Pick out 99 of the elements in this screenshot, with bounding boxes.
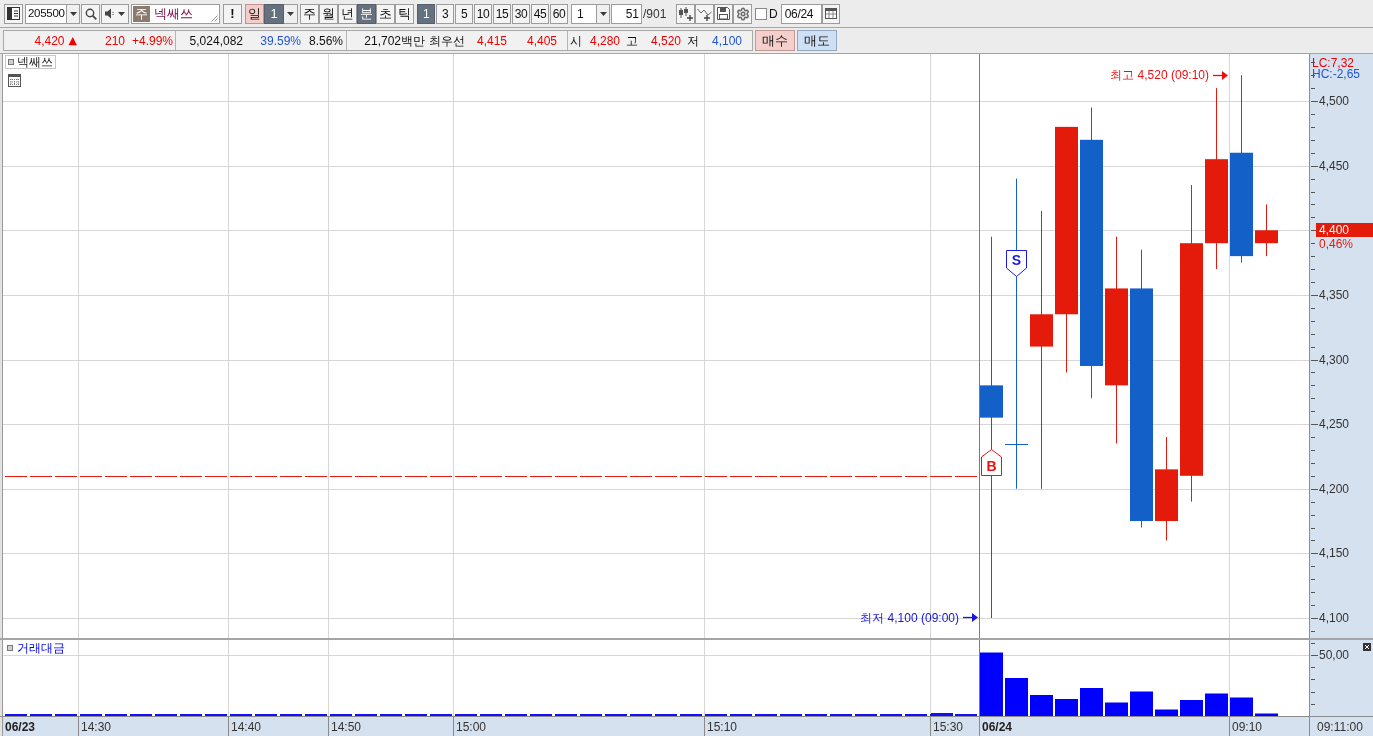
day-count-field[interactable]: 1 [264,3,284,24]
speaker-icon [105,8,115,19]
time-axis-label: 09:10 [1229,717,1263,736]
square-bullet-icon [8,59,14,65]
line-plus-icon [697,6,712,21]
interval-tab[interactable]: 60 [550,3,568,24]
interval-tab[interactable]: 3 [436,3,454,24]
date-field[interactable]: 06/24 [780,3,822,24]
search-icon [84,7,97,20]
add-candle-button[interactable] [676,3,695,24]
time-axis-label: 06/24 [979,717,1013,736]
day-button[interactable]: 일 [245,3,264,24]
current-price-tag: 4,400 [1316,223,1373,238]
quote-value: 4,280 [589,34,620,47]
dropdown-button[interactable] [284,3,298,24]
quote-value: 39.59% [260,34,301,47]
cursor-time-label: 09:11:00 [1317,720,1363,733]
price-axis-label: 4,350 [1319,288,1350,301]
candles-plus-icon [678,6,693,21]
interval-tab[interactable]: 1 [417,3,435,24]
stock-name-field[interactable]: 넥쌔쓰 [150,7,211,20]
settings-button[interactable] [733,3,752,24]
price-axis-label: 4,200 [1319,482,1350,495]
quote-label: 시 [570,34,582,47]
square-bullet-icon [7,645,13,651]
panel-layout-icon [7,7,20,20]
quote-value: 210 [104,34,125,47]
quote-value: 4,415 [476,34,507,47]
time-axis-label: 14:40 [228,717,262,736]
quote-value: 8.56% [308,34,343,47]
quote-label: 최우선 [429,34,465,47]
save-button[interactable] [714,3,733,24]
interval-tab[interactable]: 30 [512,3,530,24]
calendar-icon [824,8,837,19]
period-tab[interactable]: 주 [300,3,319,24]
alert-button[interactable]: ! [223,3,242,24]
interval-tab[interactable]: 10 [474,3,492,24]
price-axis-label: 4,100 [1319,611,1350,624]
price-axis-label: 4,300 [1319,353,1350,366]
period-tab[interactable]: 월 [319,3,338,24]
layout-button[interactable] [4,3,23,24]
add-line-button[interactable] [695,3,714,24]
save-icon [717,7,730,20]
caret-icon [599,11,607,16]
price-axis-label: 4,500 [1319,95,1350,108]
bar-count-field[interactable]: 51 [611,3,642,24]
quote-label: 고 [626,34,638,47]
price-axis-label: 4,150 [1319,547,1350,560]
caret-icon [118,11,125,16]
period-tab[interactable]: 틱 [395,3,414,24]
stock-code-field[interactable]: 205500 [25,3,67,24]
time-axis-label: 15:00 [453,717,487,736]
time-axis-label: 14:50 [328,717,362,736]
volume-title: 거래대금 [17,642,65,654]
low-price-label: 최저 4,100 (09:00) [860,611,959,624]
axis-indicator-label: LC:7,32 [1312,57,1355,69]
quote-value: 4,520 [650,34,681,47]
search-button[interactable] [81,3,100,24]
dropdown-button[interactable] [597,3,610,24]
interval-combo[interactable]: 1 [571,3,597,24]
buy-button[interactable]: 매수 [755,30,795,51]
time-axis-label: 15:30 [930,717,964,736]
right-arrow-icon [963,613,978,623]
checkbox-label: D [769,5,778,23]
speaker-button[interactable] [101,3,129,24]
volume-axis-label: 50,00 [1319,649,1350,661]
close-icon[interactable] [1363,643,1371,651]
quote-value: 4,420 [34,34,65,47]
grid-icon[interactable] [8,74,21,87]
period-tab[interactable]: 년 [338,3,357,24]
chart-title: 넥쌔쓰 [17,56,53,68]
trend-arrow: ▲ [68,35,77,46]
quote-value: +4.99% [131,34,173,47]
settings-icon [735,6,750,21]
market-tag: 주 [133,5,150,22]
period-tab[interactable]: 초 [376,3,395,24]
axis-indicator-label: HC:-2,65 [1312,68,1361,80]
calendar-button[interactable] [821,3,840,24]
interval-tab[interactable]: 15 [493,3,511,24]
quote-value: 21,702백만 [364,34,425,47]
sell-button[interactable]: 매도 [797,30,837,51]
change-rate-label: 0,46% [1319,238,1354,251]
interval-tab[interactable]: 5 [455,3,473,24]
time-axis-label: 15:10 [704,717,738,736]
price-axis-label: 4,450 [1319,159,1350,172]
bar-total-label: /901 [642,5,668,23]
caret-icon [287,11,294,16]
date-checkbox[interactable] [755,7,767,20]
dropdown-button[interactable] [67,3,80,24]
time-axis-label: 06/23 [4,718,36,736]
quote-value: 4,405 [526,34,557,47]
caret-icon [69,11,77,16]
time-axis-label: 14:30 [78,717,112,736]
interval-tab[interactable]: 45 [531,3,549,24]
price-axis-label: 4,250 [1319,418,1350,431]
period-tab[interactable]: 분 [357,3,376,24]
quote-value: 4,100 [711,34,742,47]
quote-label: 저 [687,34,699,47]
quote-value: 5,024,082 [189,34,243,47]
